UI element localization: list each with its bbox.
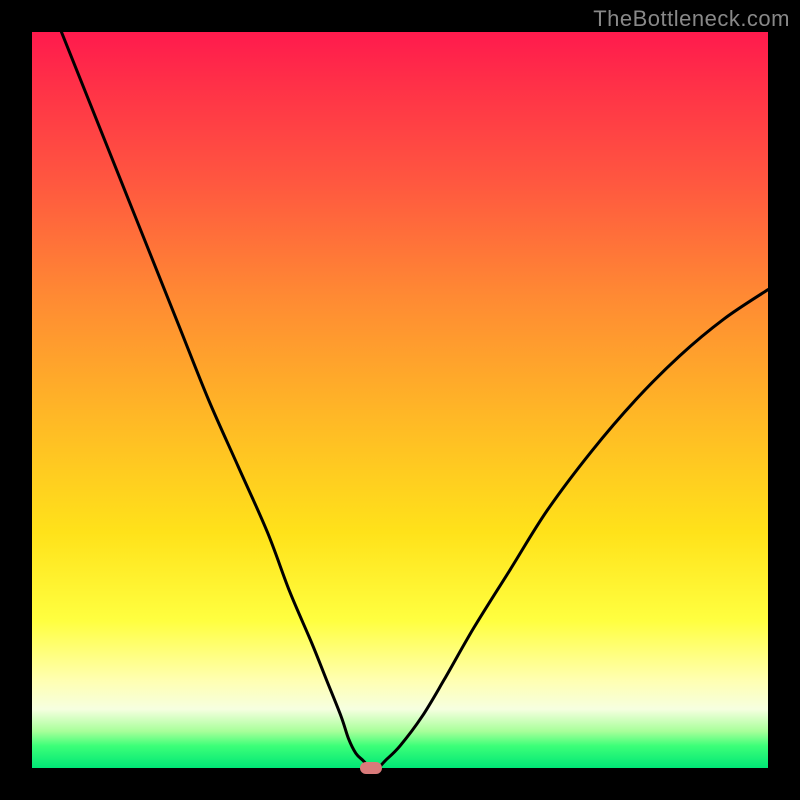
chart-frame: TheBottleneck.com: [0, 0, 800, 800]
curve-svg: [32, 32, 768, 768]
watermark-text: TheBottleneck.com: [593, 6, 790, 32]
bottleneck-curve: [61, 32, 768, 768]
plot-area: [32, 32, 768, 768]
optimal-point-marker: [360, 762, 382, 774]
